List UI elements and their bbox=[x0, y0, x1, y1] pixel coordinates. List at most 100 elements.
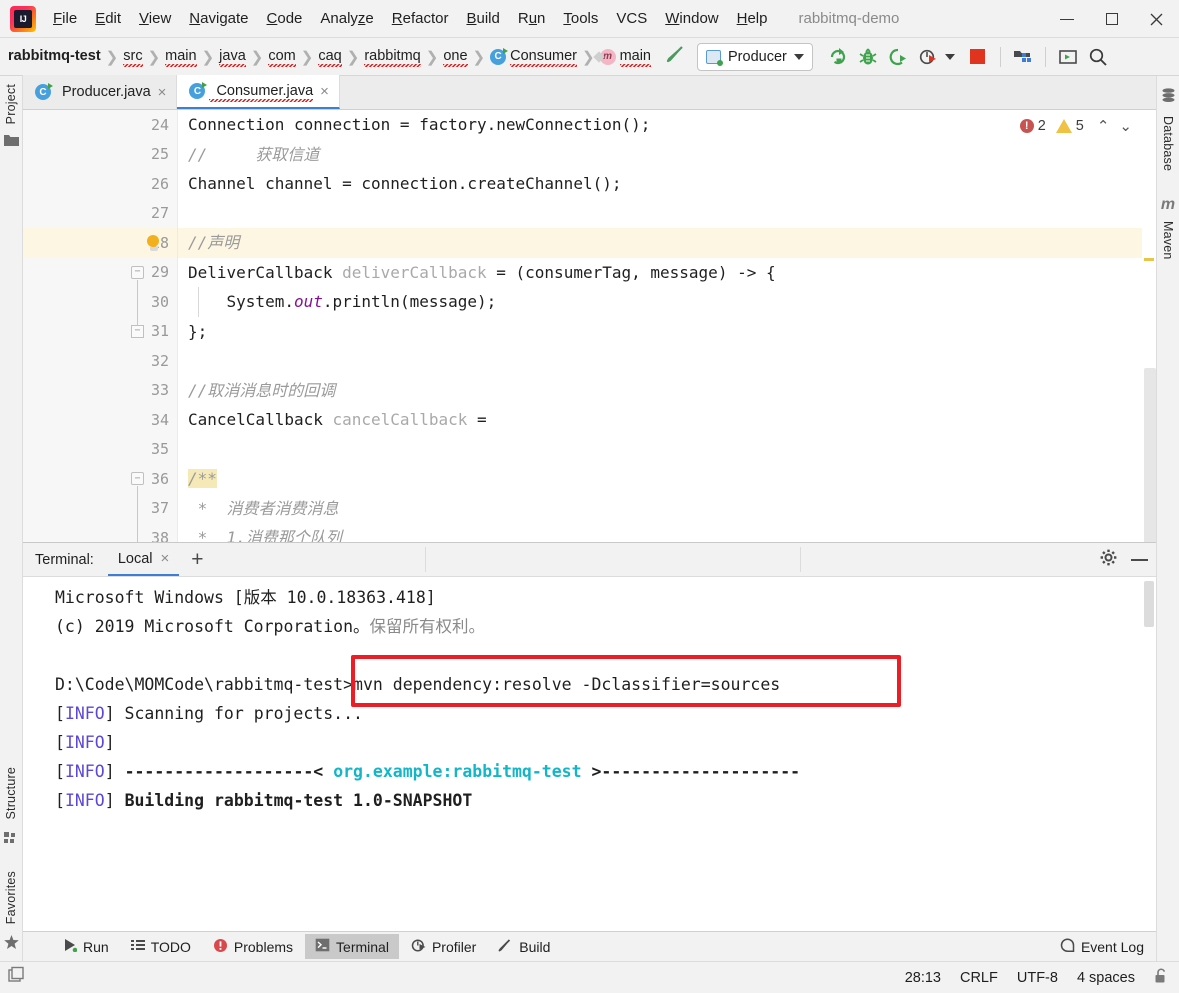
line-separator[interactable]: CRLF bbox=[960, 970, 998, 986]
gutter-line-38[interactable]: 38 bbox=[23, 523, 177, 542]
gutter-line-30[interactable]: 30 bbox=[23, 287, 177, 317]
code-fold-top-icon[interactable]: − bbox=[131, 265, 144, 279]
code-fold-bottom-icon[interactable]: − bbox=[131, 324, 144, 338]
menu-item-help[interactable]: Help bbox=[728, 6, 777, 31]
hammer-icon[interactable] bbox=[665, 43, 687, 70]
breadcrumb-separator: ❯ bbox=[300, 48, 314, 66]
gutter-line-29[interactable]: 29− bbox=[23, 258, 177, 288]
editor-tab-close-icon[interactable]: × bbox=[320, 84, 329, 99]
editor-scrollbar-thumb[interactable] bbox=[1144, 368, 1156, 542]
gutter-line-26[interactable]: 26 bbox=[23, 169, 177, 199]
gutter-line-28[interactable]: 28 bbox=[23, 228, 177, 258]
menu-item-run[interactable]: Run bbox=[509, 6, 555, 31]
tool-window-button-profiler[interactable]: Profiler bbox=[401, 934, 486, 960]
breadcrumb-item-label: main bbox=[619, 48, 651, 67]
minimize-icon[interactable] bbox=[1131, 559, 1148, 561]
breadcrumb-item-consumer[interactable]: C Consumer bbox=[490, 47, 577, 67]
editor-tab-close-icon[interactable]: × bbox=[158, 85, 167, 100]
gutter-line-36[interactable]: 36− bbox=[23, 464, 177, 494]
menu-item-vcs[interactable]: VCS bbox=[607, 6, 656, 31]
profile-dropdown-icon[interactable] bbox=[944, 53, 955, 60]
editor-tab-consumer-java[interactable]: C Consumer.java × bbox=[177, 75, 340, 109]
menu-item-window[interactable]: Window bbox=[656, 6, 727, 31]
error-stripe-markers[interactable] bbox=[1142, 110, 1156, 542]
caret-position[interactable]: 28:13 bbox=[905, 970, 941, 986]
sidebar-item-structure[interactable]: Structure bbox=[2, 759, 20, 828]
run-configuration-selector[interactable]: Producer bbox=[697, 42, 813, 71]
memory-indicator-icon[interactable] bbox=[8, 966, 26, 989]
breadcrumb-item-rabbitmq[interactable]: rabbitmq bbox=[364, 48, 421, 67]
menu-item-analyze[interactable]: Analyze bbox=[311, 6, 382, 31]
terminal-toggle-button[interactable] bbox=[1053, 42, 1083, 72]
gear-icon[interactable] bbox=[1100, 549, 1117, 571]
gutter-line-24[interactable]: 24 bbox=[23, 110, 177, 140]
tool-window-button-build[interactable]: Build bbox=[488, 934, 560, 960]
menu-item-file[interactable]: File bbox=[44, 6, 86, 31]
next-problem-icon[interactable]: ⌄ bbox=[1116, 117, 1135, 135]
terminal-token: 保留所有权利。 bbox=[369, 617, 486, 636]
run-button[interactable] bbox=[823, 42, 853, 72]
breadcrumb-item-com[interactable]: com bbox=[268, 48, 296, 67]
terminal-scrollbar-thumb[interactable] bbox=[1144, 581, 1154, 627]
minimize-button[interactable] bbox=[1044, 0, 1089, 38]
intention-bulb-icon[interactable] bbox=[147, 234, 160, 251]
code-fold-top-icon[interactable]: − bbox=[131, 472, 144, 485]
gutter-line-37[interactable]: 37 bbox=[23, 494, 177, 524]
editor-code-area[interactable]: Connection connection = factory.newConne… bbox=[178, 110, 1142, 542]
breadcrumb-item-caq[interactable]: caq bbox=[318, 48, 342, 67]
breadcrumb-item-rabbitmq-test[interactable]: rabbitmq-test bbox=[8, 48, 101, 65]
project-structure-button[interactable] bbox=[1008, 42, 1038, 72]
menu-item-edit[interactable]: Edit bbox=[86, 6, 130, 31]
profile-button[interactable] bbox=[913, 42, 943, 72]
menu-item-view[interactable]: View bbox=[130, 6, 180, 31]
breadcrumb-item-src[interactable]: src bbox=[123, 48, 143, 67]
spellcheck-squiggle bbox=[165, 64, 197, 67]
breadcrumb-item-one[interactable]: one bbox=[443, 48, 468, 67]
editor-tab-producer-java[interactable]: C Producer.java × bbox=[23, 75, 178, 109]
menu-item-build[interactable]: Build bbox=[457, 6, 508, 31]
maximize-button[interactable] bbox=[1089, 0, 1134, 38]
prev-problem-icon[interactable]: ⌃ bbox=[1094, 117, 1113, 135]
code-token: System. bbox=[188, 292, 294, 311]
sidebar-item-database[interactable]: Database bbox=[1159, 108, 1177, 179]
run-with-coverage-button[interactable] bbox=[883, 42, 913, 72]
editor-gutter[interactable]: 242526272829−3031−3233343536−37383940414… bbox=[23, 110, 178, 542]
gutter-line-25[interactable]: 25 bbox=[23, 140, 177, 170]
gutter-line-34[interactable]: 34 bbox=[23, 405, 177, 435]
search-everywhere-button[interactable] bbox=[1083, 42, 1113, 72]
gutter-line-32[interactable]: 32 bbox=[23, 346, 177, 376]
breadcrumb-item-main[interactable]: main bbox=[165, 48, 197, 67]
debug-button[interactable] bbox=[853, 42, 883, 72]
gutter-line-35[interactable]: 35 bbox=[23, 435, 177, 465]
terminal-output[interactable]: Microsoft Windows [版本 10.0.18363.418] (c)… bbox=[23, 577, 1156, 931]
warning-marker[interactable] bbox=[1144, 258, 1154, 261]
tool-window-button-run[interactable]: Run bbox=[53, 934, 119, 959]
gutter-line-27[interactable]: 27 bbox=[23, 199, 177, 229]
breadcrumb-item-java[interactable]: java bbox=[219, 48, 246, 67]
terminal-tab-local[interactable]: Local × bbox=[107, 543, 180, 576]
code-token: deliverCallback bbox=[342, 262, 487, 282]
close-button[interactable] bbox=[1134, 0, 1179, 38]
menu-item-code[interactable]: Code bbox=[258, 6, 312, 31]
tool-window-button-terminal[interactable]: Terminal bbox=[305, 934, 399, 959]
menu-item-refactor[interactable]: Refactor bbox=[383, 6, 458, 31]
event-log-button[interactable]: Event Log bbox=[1060, 937, 1144, 956]
code-editor[interactable]: 242526272829−3031−3233343536−37383940414… bbox=[23, 110, 1156, 542]
sidebar-item-project[interactable]: Project bbox=[2, 76, 20, 132]
tool-window-button-problems[interactable]: Problems bbox=[203, 934, 303, 960]
inspection-widget[interactable]: ! 2 5 ⌃ ⌄ bbox=[1016, 115, 1138, 137]
unlock-icon[interactable] bbox=[1154, 967, 1169, 988]
gutter-line-33[interactable]: 33 bbox=[23, 376, 177, 406]
menu-item-tools[interactable]: Tools bbox=[554, 6, 607, 31]
encoding[interactable]: UTF-8 bbox=[1017, 970, 1058, 986]
breadcrumb-item-main[interactable]: m main bbox=[599, 48, 651, 67]
new-terminal-session-button[interactable]: + bbox=[179, 549, 215, 570]
indent-setting[interactable]: 4 spaces bbox=[1077, 970, 1135, 986]
sidebar-item-favorites[interactable]: Favorites bbox=[2, 863, 20, 932]
tool-window-button-todo[interactable]: TODO bbox=[121, 934, 201, 959]
terminal-tab-close-icon[interactable]: × bbox=[161, 551, 170, 566]
sidebar-item-maven[interactable]: Maven bbox=[1159, 213, 1177, 268]
stop-button[interactable] bbox=[963, 42, 993, 72]
menu-item-navigate[interactable]: Navigate bbox=[180, 6, 257, 31]
gutter-line-31[interactable]: 31− bbox=[23, 317, 177, 347]
